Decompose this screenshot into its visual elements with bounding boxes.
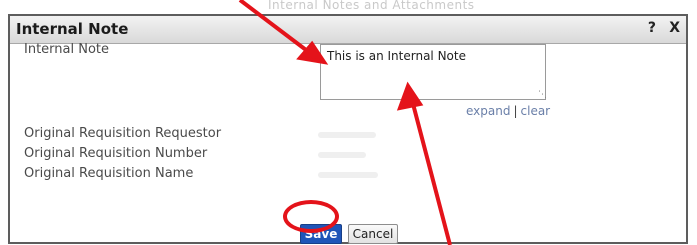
- top-arrow-shaft: [238, 0, 316, 58]
- annotation-arrows: [238, 0, 452, 245]
- bottom-arrow-head: [396, 81, 424, 111]
- bottom-arrow-shaft: [410, 99, 452, 245]
